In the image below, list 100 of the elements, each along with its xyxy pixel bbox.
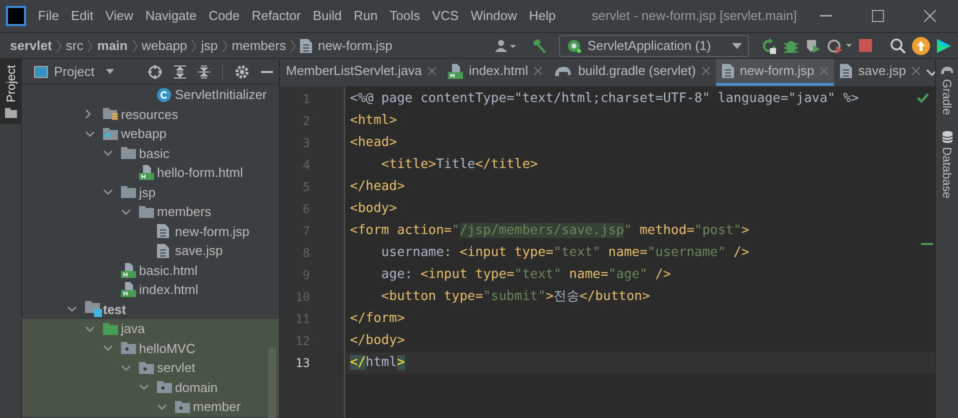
editor-tab[interactable]: save.jsp (834, 59, 926, 86)
shield-icon[interactable] (805, 38, 821, 54)
menu-item[interactable]: Tools (384, 6, 426, 26)
rerun-icon[interactable] (761, 38, 777, 54)
breadcrumb[interactable]: main (97, 36, 128, 56)
expand-all-icon[interactable] (174, 64, 186, 78)
window-title: servlet - new-form.jsp [servlet.main] (592, 7, 797, 26)
resources-folder-icon (103, 107, 119, 122)
folder-icon (121, 147, 136, 160)
close-icon[interactable] (702, 67, 710, 75)
code-line: <button type="submit">전송</button> (380, 288, 650, 306)
tool-window-tab[interactable]: Database (938, 125, 956, 204)
update-icon[interactable] (912, 36, 930, 54)
chevron-right-icon (85, 38, 96, 52)
tree-item[interactable]: member (193, 397, 241, 416)
tree-item[interactable]: basic.html (139, 260, 198, 280)
menu-item[interactable]: File (32, 6, 65, 26)
minimize-icon[interactable] (261, 70, 273, 72)
tool-window-tab[interactable]: Project (0, 59, 22, 124)
tree-item[interactable]: webapp (121, 124, 167, 144)
file-icon (300, 38, 312, 52)
tree-item[interactable]: index.html (139, 280, 198, 300)
hammer-icon[interactable] (531, 38, 548, 54)
menu-item[interactable]: Build (306, 6, 348, 26)
check-icon (917, 93, 929, 103)
code-line: <head> (350, 134, 397, 152)
menu-item[interactable]: Code (202, 6, 246, 26)
chevron-down-icon[interactable] (121, 208, 131, 215)
tree-item[interactable]: domain (175, 378, 218, 397)
chevron-down-icon[interactable] (85, 130, 95, 137)
breadcrumb[interactable]: webapp (142, 36, 188, 56)
menu-item[interactable]: Refactor (246, 6, 307, 26)
file-icon (157, 244, 169, 258)
breadcrumb[interactable]: jsp (201, 36, 218, 56)
close-icon[interactable] (428, 67, 436, 75)
package-icon (157, 381, 172, 394)
breadcrumb[interactable]: members (232, 36, 286, 56)
menu-item[interactable]: Help (522, 6, 562, 26)
code-line: <form action="/jsp/members/save.jsp" method="post"> (350, 222, 750, 240)
editor-tab[interactable]: new-form.jsp (716, 59, 834, 86)
run-configuration-dropdown[interactable]: ServletApplication (1) (559, 34, 749, 56)
minimize-icon[interactable] (820, 15, 832, 17)
tree-item[interactable]: members (157, 202, 212, 222)
chevron-right-icon (189, 38, 200, 52)
file-icon (840, 64, 852, 78)
chevron-right-icon (220, 38, 230, 52)
code-line: <html> (350, 112, 397, 130)
menu-item[interactable]: VCS (426, 6, 465, 26)
breadcrumb[interactable]: new-form.jsp (318, 36, 392, 56)
settings-icon[interactable] (235, 64, 249, 78)
code-line: <body> (350, 200, 397, 218)
scrollbar[interactable] (268, 348, 276, 418)
menu-item[interactable]: Window (464, 6, 523, 26)
web-folder-icon (103, 128, 118, 140)
editor-tab[interactable]: build.gradle (servlet) (548, 59, 716, 86)
package-icon (121, 342, 136, 354)
caret-icon (732, 42, 742, 48)
menu-item[interactable]: Navigate (139, 6, 203, 26)
locate-icon[interactable] (148, 64, 162, 78)
breadcrumb[interactable]: servlet (10, 36, 52, 56)
menu-item[interactable]: View (99, 6, 140, 26)
tree-item[interactable]: jsp (139, 182, 156, 202)
menu-item[interactable]: Edit (64, 6, 100, 26)
tree-item[interactable]: resources (121, 104, 178, 124)
profiler-icon[interactable] (827, 38, 853, 54)
close-icon[interactable] (534, 67, 542, 75)
tree-item[interactable]: hello-form.html (157, 163, 243, 182)
menu-item[interactable]: Run (348, 6, 384, 26)
tree-item[interactable]: basic (139, 144, 170, 163)
breadcrumb[interactable]: src (66, 36, 84, 56)
user-icon[interactable] (495, 38, 518, 52)
chevron-down-icon[interactable] (67, 306, 77, 312)
file-icon (157, 224, 169, 238)
code-line: </form> (350, 310, 405, 328)
tree-item[interactable]: java (121, 319, 145, 338)
project-view-dropdown[interactable]: Project (54, 62, 114, 82)
tool-window-tab[interactable]: Gradle (938, 59, 956, 122)
file-icon (722, 64, 734, 78)
chevron-right-icon[interactable] (85, 109, 91, 120)
collapse-all-icon[interactable] (198, 64, 210, 78)
line-number: 13 (294, 355, 310, 372)
editor-tab[interactable]: index.html (442, 59, 548, 86)
chevron-down-icon[interactable] (103, 189, 113, 196)
gear-icon (566, 38, 582, 52)
plugin-logo-icon[interactable] (936, 38, 952, 54)
change-marker (921, 243, 933, 245)
tree-item[interactable]: servlet (157, 358, 196, 378)
close-icon[interactable] (924, 10, 936, 22)
search-icon[interactable] (890, 38, 906, 54)
chevron-down-icon[interactable] (926, 68, 938, 76)
tree-item[interactable]: save.jsp (175, 241, 223, 260)
tree-item[interactable]: test (103, 300, 126, 319)
chevron-down-icon[interactable] (103, 150, 113, 156)
tree-item[interactable]: ServletInitializer (175, 85, 267, 104)
html-file-icon (448, 64, 463, 78)
editor-tab[interactable]: MemberListServlet.java (280, 59, 442, 86)
code-line: <%@ page contentType="text/html;charset=UTF-8" language="java" %> (350, 90, 859, 108)
maximize-icon[interactable] (872, 10, 884, 22)
tree-item[interactable]: new-form.jsp (175, 222, 250, 241)
close-icon[interactable] (912, 67, 920, 75)
